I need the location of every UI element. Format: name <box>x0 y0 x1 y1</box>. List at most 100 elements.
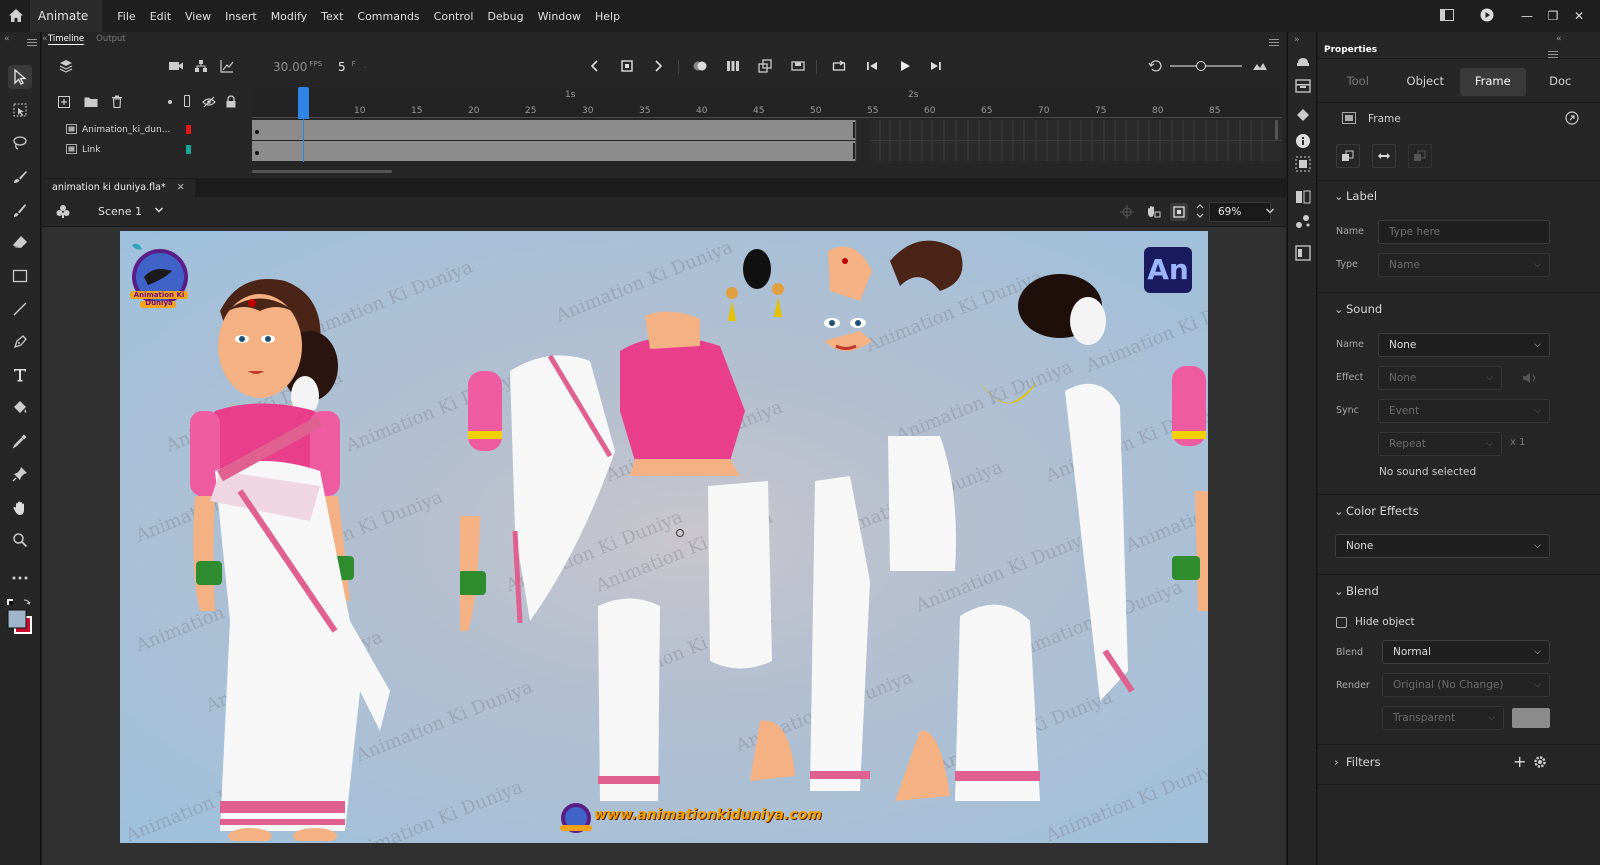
center-stage-icon[interactable] <box>1170 203 1188 221</box>
prev-keyframe-icon[interactable] <box>586 58 602 74</box>
step-forward-icon[interactable] <box>928 58 944 74</box>
free-transform-tool-icon[interactable] <box>8 98 32 122</box>
help-link-icon[interactable] <box>1565 111 1579 128</box>
pen-tool-icon[interactable] <box>8 330 32 354</box>
frame-name-input[interactable]: Type here <box>1378 220 1550 244</box>
assets-icon[interactable] <box>1295 53 1311 69</box>
insert-keyframe-icon[interactable] <box>619 58 635 74</box>
color-effect-select[interactable]: None ⌵ <box>1335 534 1550 558</box>
edit-multiple-frames-icon[interactable] <box>725 58 741 74</box>
menu-edit[interactable]: Edit <box>143 10 178 23</box>
eraser-tool-icon[interactable] <box>8 230 32 254</box>
render-select[interactable]: Original (No Change) ⌵ <box>1382 673 1550 697</box>
paint-bucket-tool-icon[interactable] <box>8 396 32 420</box>
type-select[interactable]: Name ⌵ <box>1378 253 1550 277</box>
menu-window[interactable]: Window <box>531 10 588 23</box>
info-icon[interactable] <box>1295 133 1311 149</box>
fps-value[interactable]: 30.00 <box>273 60 307 74</box>
convert-frames-icon[interactable] <box>1336 144 1360 168</box>
eyedropper-tool-icon[interactable] <box>8 429 32 453</box>
stage[interactable]: Animation Ki Duniya Animation Ki Duniya … <box>120 231 1208 843</box>
zoom-input[interactable]: 69% <box>1209 202 1271 222</box>
stroke-fill-swatch[interactable] <box>6 598 36 638</box>
background-color-swatch[interactable] <box>1512 708 1550 728</box>
layers-icon[interactable] <box>58 58 74 74</box>
code-snippets-icon[interactable] <box>1295 245 1311 261</box>
menu-control[interactable]: Control <box>427 10 481 23</box>
color-effects-section-header[interactable]: ⌄ Color Effects <box>1334 504 1419 518</box>
timeline-scrollbar[interactable] <box>252 170 392 173</box>
close-tab-icon[interactable]: ✕ <box>177 182 185 193</box>
layer-row[interactable]: Animation_ki_dun... <box>42 120 252 140</box>
repeat-select[interactable]: Repeat ⌵ <box>1378 432 1502 456</box>
properties-menu-icon[interactable] <box>1548 48 1558 61</box>
home-icon[interactable] <box>2 0 30 32</box>
delete-layer-icon[interactable] <box>111 95 123 111</box>
menu-debug[interactable]: Debug <box>480 10 530 23</box>
tab-tool[interactable]: Tool <box>1325 68 1391 96</box>
snap-icon[interactable] <box>1120 205 1134 222</box>
camera-icon[interactable] <box>168 58 184 74</box>
test-movie-icon[interactable] <box>1474 8 1500 25</box>
menu-modify[interactable]: Modify <box>264 10 314 23</box>
filter-settings-gear-icon[interactable] <box>1533 755 1547 772</box>
restore-icon[interactable]: ❐ <box>1540 9 1566 23</box>
tab-frame[interactable]: Frame <box>1460 68 1526 96</box>
document-tab[interactable]: animation ki duniya.fla* ✕ <box>42 179 195 197</box>
layer-row[interactable]: Link <box>42 140 252 160</box>
center-frame-icon[interactable] <box>1147 58 1163 74</box>
menu-commands[interactable]: Commands <box>350 10 426 23</box>
lock-toggle-icon[interactable] <box>225 95 237 111</box>
layer-name[interactable]: Animation_ki_dun... <box>82 125 170 135</box>
timeline-zoom-slider[interactable] <box>1170 65 1242 67</box>
menu-insert[interactable]: Insert <box>218 10 264 23</box>
rectangle-tool-icon[interactable] <box>8 264 32 288</box>
pin-tool-icon[interactable] <box>8 462 32 486</box>
edit-symbols-icon[interactable] <box>56 204 70 221</box>
layer-color-swatch[interactable] <box>186 125 191 134</box>
loop-icon[interactable] <box>831 58 847 74</box>
timeline-menu-icon[interactable] <box>1269 36 1279 49</box>
tab-output[interactable]: Output <box>96 34 126 45</box>
layers-scrollbar[interactable] <box>1275 120 1278 140</box>
add-filter-icon[interactable]: + <box>1513 752 1526 771</box>
zoom-dropdown-icon[interactable] <box>1265 206 1275 219</box>
graph-icon[interactable] <box>219 58 235 74</box>
frame-number[interactable]: 5 <box>338 60 346 74</box>
filters-section-header[interactable]: › Filters <box>1334 755 1380 769</box>
reverse-frames-icon[interactable] <box>1372 144 1396 168</box>
timeline-zoom-handle[interactable] <box>1196 61 1206 71</box>
more-tools-icon[interactable] <box>8 566 32 590</box>
playhead[interactable] <box>298 87 309 119</box>
minimize-icon[interactable]: — <box>1514 9 1540 23</box>
selection-tool-icon[interactable] <box>8 65 32 89</box>
new-layer-icon[interactable] <box>58 96 70 111</box>
line-tool-icon[interactable] <box>8 297 32 321</box>
close-window-icon[interactable]: ✕ <box>1566 9 1592 23</box>
onion-skin-icon[interactable] <box>692 58 708 74</box>
blend-select[interactable]: Normal ⌵ <box>1382 640 1550 664</box>
character-full[interactable] <box>160 271 440 841</box>
blend-section-header[interactable]: ⌄ Blend <box>1334 584 1379 598</box>
new-folder-icon[interactable] <box>84 96 98 111</box>
next-keyframe-icon[interactable] <box>651 58 667 74</box>
zoom-tool-icon[interactable] <box>8 528 32 552</box>
workspace-icon[interactable] <box>1434 8 1460 24</box>
layer-color-swatch[interactable] <box>186 145 191 154</box>
collapse-properties-icon[interactable]: « <box>1556 34 1562 44</box>
insert-blank-keyframe-icon[interactable] <box>790 58 806 74</box>
frame-ruler[interactable]: 1s 2s 10 15 20 25 30 35 40 45 50 55 60 6… <box>252 88 1282 118</box>
hand-tool-icon[interactable] <box>8 496 32 520</box>
sync-select[interactable]: Event ⌵ <box>1378 399 1550 423</box>
scene-name[interactable]: Scene 1 <box>98 205 142 218</box>
library-icon[interactable] <box>1295 78 1311 94</box>
text-tool-icon[interactable] <box>8 363 32 387</box>
scene-dropdown-icon[interactable] <box>154 205 164 218</box>
tab-timeline[interactable]: Timeline <box>48 34 85 45</box>
clip-content-icon[interactable] <box>1145 204 1161 223</box>
zoom-stepper-icon[interactable] <box>1196 202 1204 223</box>
step-back-icon[interactable] <box>864 58 880 74</box>
fit-frames-icon[interactable] <box>1252 58 1268 74</box>
layer-name[interactable]: Link <box>82 145 100 155</box>
motion-presets-icon[interactable] <box>1295 213 1311 229</box>
